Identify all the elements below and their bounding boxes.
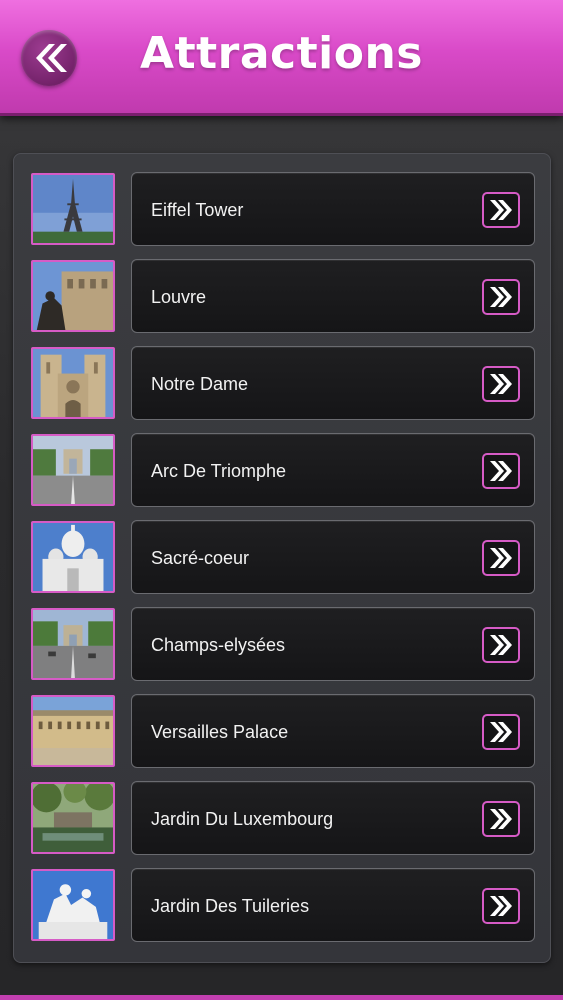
- open-button[interactable]: [482, 453, 520, 489]
- double-chevron-right-icon: [490, 896, 512, 916]
- list-item[interactable]: Arc De Triomphe: [31, 433, 535, 509]
- double-chevron-right-icon: [490, 374, 512, 394]
- thumbnail-image: [31, 347, 115, 419]
- list-item[interactable]: Sacré-coeur: [31, 520, 535, 596]
- list-item[interactable]: Notre Dame: [31, 346, 535, 422]
- double-chevron-right-icon: [490, 287, 512, 307]
- attraction-label: Versailles Palace: [151, 722, 289, 742]
- thumbnail-image: [31, 521, 115, 593]
- attraction-label: Eiffel Tower: [151, 200, 244, 220]
- double-chevron-right-icon: [490, 200, 512, 220]
- thumbnail-image: [31, 434, 115, 506]
- attraction-button[interactable]: Versailles Palace: [131, 694, 535, 768]
- thumbnail-image: [31, 260, 115, 332]
- open-button[interactable]: [482, 192, 520, 228]
- thumbnail-image: [31, 173, 115, 245]
- list-item[interactable]: Jardin Du Luxembourg: [31, 781, 535, 857]
- bottom-accent-bar: [0, 995, 563, 1000]
- double-chevron-right-icon: [490, 809, 512, 829]
- open-button[interactable]: [482, 279, 520, 315]
- header-bar: Attractions: [0, 0, 563, 116]
- attraction-label: Champs-elysées: [151, 635, 286, 655]
- page-title: Attractions: [140, 28, 423, 79]
- open-button[interactable]: [482, 801, 520, 837]
- open-button[interactable]: [482, 714, 520, 750]
- attraction-label: Jardin Du Luxembourg: [151, 809, 334, 829]
- double-chevron-right-icon: [490, 548, 512, 568]
- attraction-button[interactable]: Jardin Des Tuileries: [131, 868, 535, 942]
- double-chevron-right-icon: [490, 461, 512, 481]
- attraction-button[interactable]: Arc De Triomphe: [131, 433, 535, 507]
- attraction-button[interactable]: Sacré-coeur: [131, 520, 535, 594]
- open-button[interactable]: [482, 366, 520, 402]
- attraction-label: Arc De Triomphe: [151, 461, 287, 481]
- thumbnail-image: [31, 608, 115, 680]
- attraction-button[interactable]: Jardin Du Luxembourg: [131, 781, 535, 855]
- attraction-label: Notre Dame: [151, 374, 249, 394]
- list-item[interactable]: Versailles Palace: [31, 694, 535, 770]
- attraction-label: Sacré-coeur: [151, 548, 250, 568]
- attractions-screen: Attractions Eiffel Tower Louvre Notre Da…: [0, 0, 563, 1000]
- open-button[interactable]: [482, 540, 520, 576]
- attraction-label: Louvre: [151, 287, 207, 307]
- attraction-button[interactable]: Eiffel Tower: [131, 172, 535, 246]
- thumbnail-image: [31, 869, 115, 941]
- list-item[interactable]: Eiffel Tower: [31, 172, 535, 248]
- attractions-list: Eiffel Tower Louvre Notre Dame Arc De Tr…: [13, 153, 551, 963]
- thumbnail-image: [31, 695, 115, 767]
- double-chevron-right-icon: [490, 635, 512, 655]
- attraction-button[interactable]: Champs-elysées: [131, 607, 535, 681]
- list-item[interactable]: Champs-elysées: [31, 607, 535, 683]
- list-item[interactable]: Louvre: [31, 259, 535, 335]
- open-button[interactable]: [482, 627, 520, 663]
- attraction-button[interactable]: Louvre: [131, 259, 535, 333]
- double-chevron-right-icon: [490, 722, 512, 742]
- list-item[interactable]: Jardin Des Tuileries: [31, 868, 535, 944]
- attraction-label: Jardin Des Tuileries: [151, 896, 310, 916]
- open-button[interactable]: [482, 888, 520, 924]
- thumbnail-image: [31, 782, 115, 854]
- attraction-button[interactable]: Notre Dame: [131, 346, 535, 420]
